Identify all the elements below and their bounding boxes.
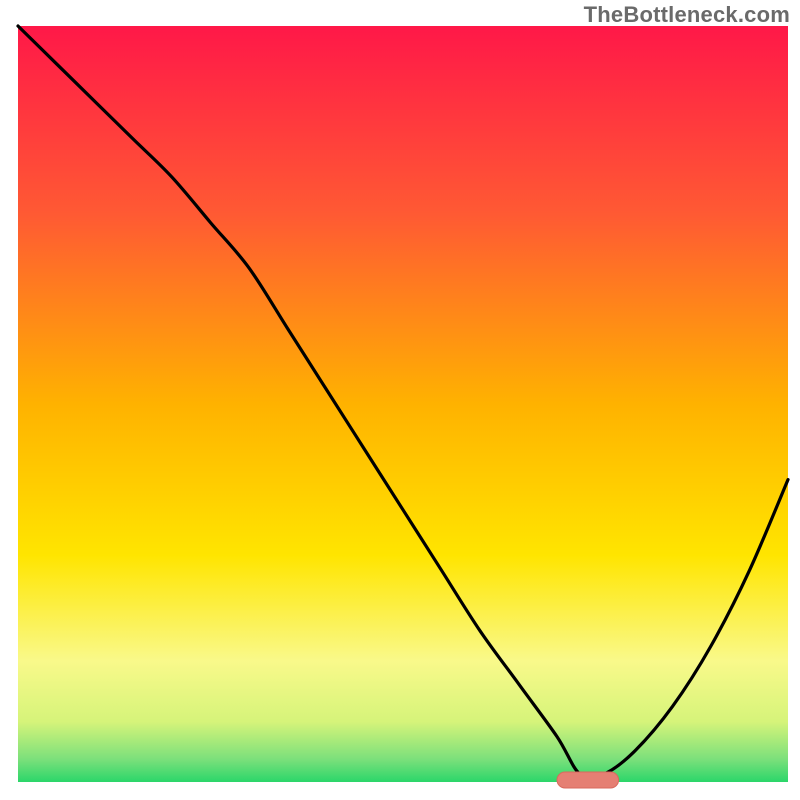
bottleneck-chart (0, 0, 800, 800)
optimal-zone-marker (557, 772, 619, 788)
watermark-text: TheBottleneck.com (584, 2, 790, 28)
chart-container: TheBottleneck.com (0, 0, 800, 800)
